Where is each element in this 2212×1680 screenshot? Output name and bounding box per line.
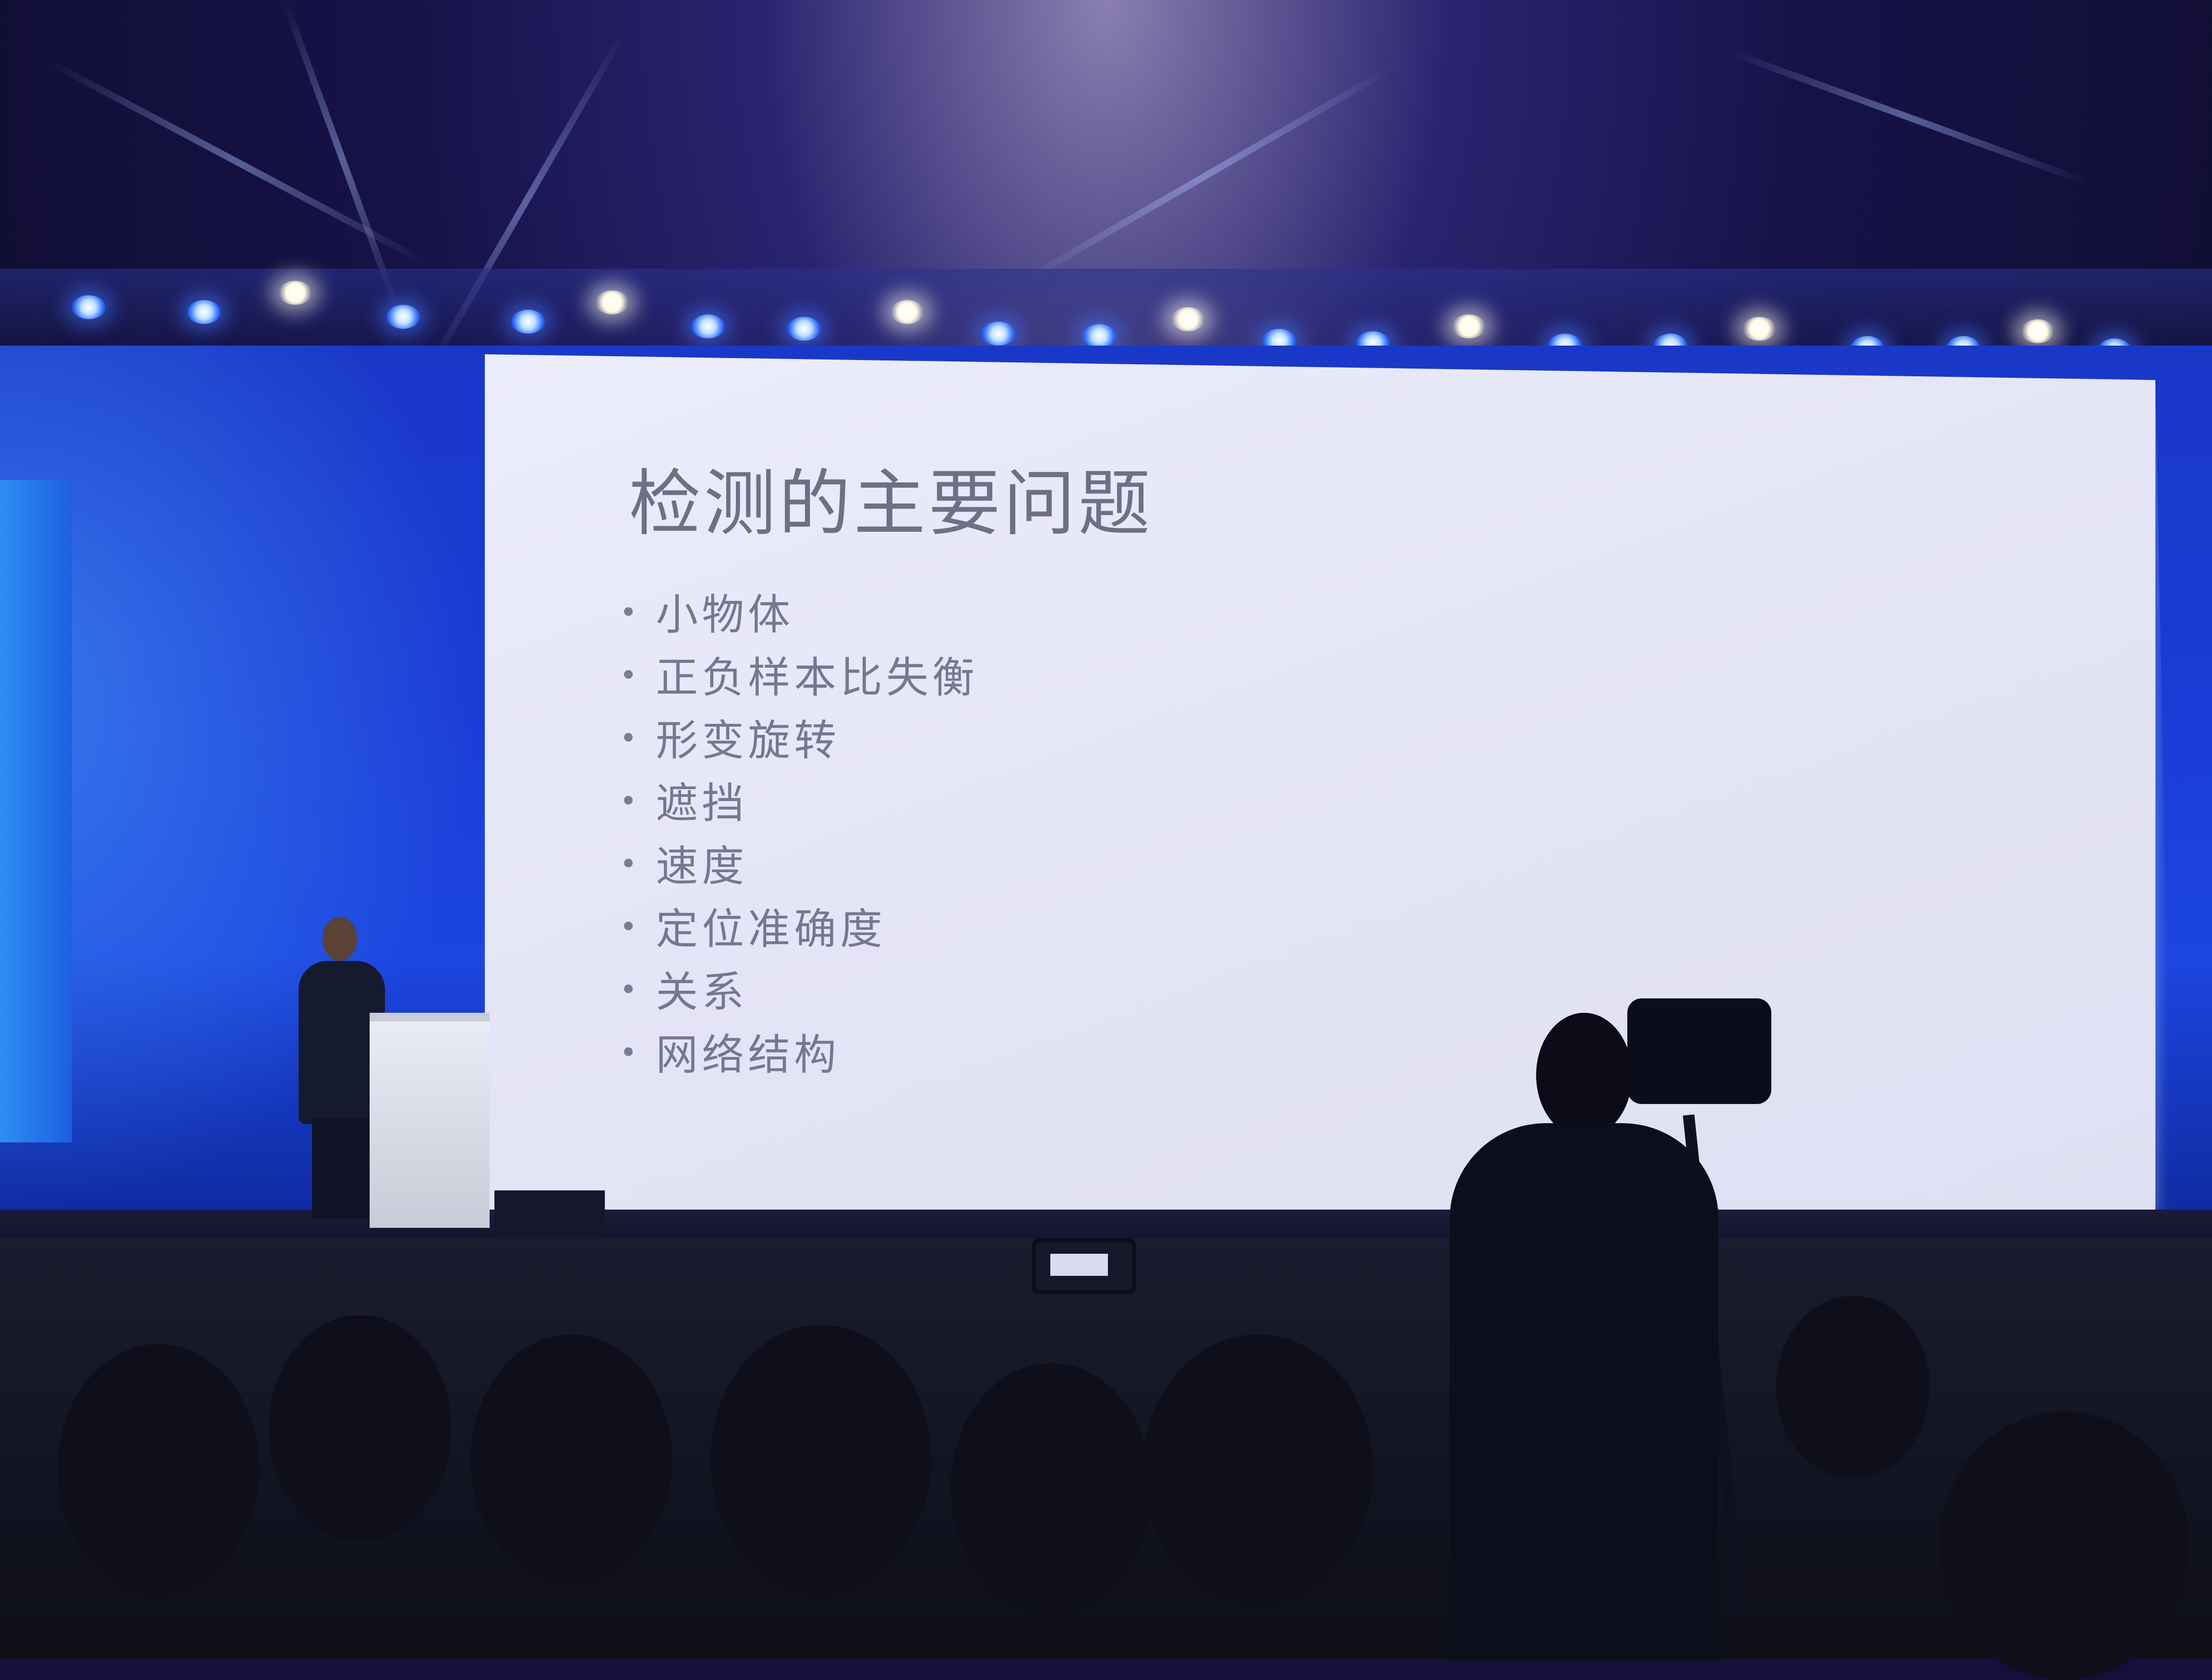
- slide-bullet-list: 小物体 正负样本比失衡 形变旋转 遮挡 速度 定位准确度 关系 网络结构: [624, 580, 978, 1083]
- stage-light: [787, 317, 821, 341]
- stage-light: [386, 305, 420, 329]
- podium: [370, 1013, 490, 1228]
- audience-head: [269, 1315, 451, 1541]
- bullet-icon: [624, 607, 633, 616]
- list-item: 速度: [624, 831, 978, 894]
- stage-light: [187, 300, 221, 324]
- list-item-text: 正负样本比失衡: [656, 653, 979, 702]
- slide-title: 检测的主要问题: [629, 462, 1154, 546]
- audience: [0, 1238, 2212, 1680]
- audience-head: [1142, 1334, 1373, 1603]
- audience-head: [470, 1334, 672, 1584]
- list-item: 关系: [624, 957, 978, 1020]
- speaker-head: [323, 917, 357, 961]
- speaker-legs: [312, 1118, 370, 1219]
- list-item-text: 网络结构: [656, 1030, 841, 1080]
- stage-light: [1171, 307, 1205, 331]
- stage-light: [890, 300, 924, 324]
- bullet-icon: [624, 1047, 633, 1056]
- phone-screen: [1050, 1254, 1108, 1276]
- list-item: 网络结构: [624, 1020, 978, 1083]
- list-item-text: 速度: [656, 841, 748, 891]
- list-item-text: 遮挡: [656, 779, 748, 828]
- stage-light: [595, 290, 629, 314]
- phone: [1032, 1238, 1136, 1294]
- stage-light: [2021, 319, 2055, 343]
- list-item-text: 小物体: [656, 590, 794, 639]
- stage-light: [982, 322, 1015, 346]
- list-item-text: 关系: [656, 967, 748, 1017]
- list-item: 正负样本比失衡: [624, 643, 978, 706]
- list-item: 遮挡: [624, 768, 978, 831]
- bullet-icon: [624, 732, 633, 742]
- led-side-panel: [0, 480, 72, 1142]
- stage-light: [511, 310, 545, 334]
- audience-head: [58, 1344, 259, 1594]
- stage-light: [1452, 314, 1486, 338]
- list-item: 定位准确度: [624, 894, 978, 957]
- camera-operator-body: [1450, 1123, 1719, 1661]
- list-item-text: 定位准确度: [656, 904, 887, 954]
- bullet-icon: [624, 858, 633, 867]
- list-item-text: 形变旋转: [656, 716, 841, 765]
- presentation-slide: 检测的主要问题 小物体 正负样本比失衡 形变旋转 遮挡 速度 定位准确度 关系 …: [485, 354, 2155, 1213]
- list-item: 小物体: [624, 580, 978, 643]
- audience-head: [710, 1325, 931, 1594]
- bullet-icon: [624, 795, 633, 804]
- camera-operator-head: [1536, 1013, 1632, 1138]
- stage-light: [72, 295, 106, 319]
- stage-light: [278, 281, 312, 305]
- audience-head: [950, 1363, 1152, 1613]
- audience-head: [1939, 1411, 2189, 1680]
- stage-light: [1082, 324, 1116, 348]
- light-beam: [1014, 66, 1392, 288]
- camera-operator: [1450, 1013, 1719, 1661]
- stage-light: [1743, 317, 1776, 341]
- bullet-icon: [624, 921, 633, 930]
- bullet-icon: [624, 670, 633, 679]
- audience-head: [1776, 1296, 1930, 1478]
- stage-light: [691, 314, 725, 338]
- list-item: 形变旋转: [624, 706, 978, 768]
- light-beam: [1726, 48, 2089, 186]
- bullet-icon: [624, 984, 633, 993]
- venue-background: 检测的主要问题 小物体 正负样本比失衡 形变旋转 遮挡 速度 定位准确度 关系 …: [0, 0, 2212, 1680]
